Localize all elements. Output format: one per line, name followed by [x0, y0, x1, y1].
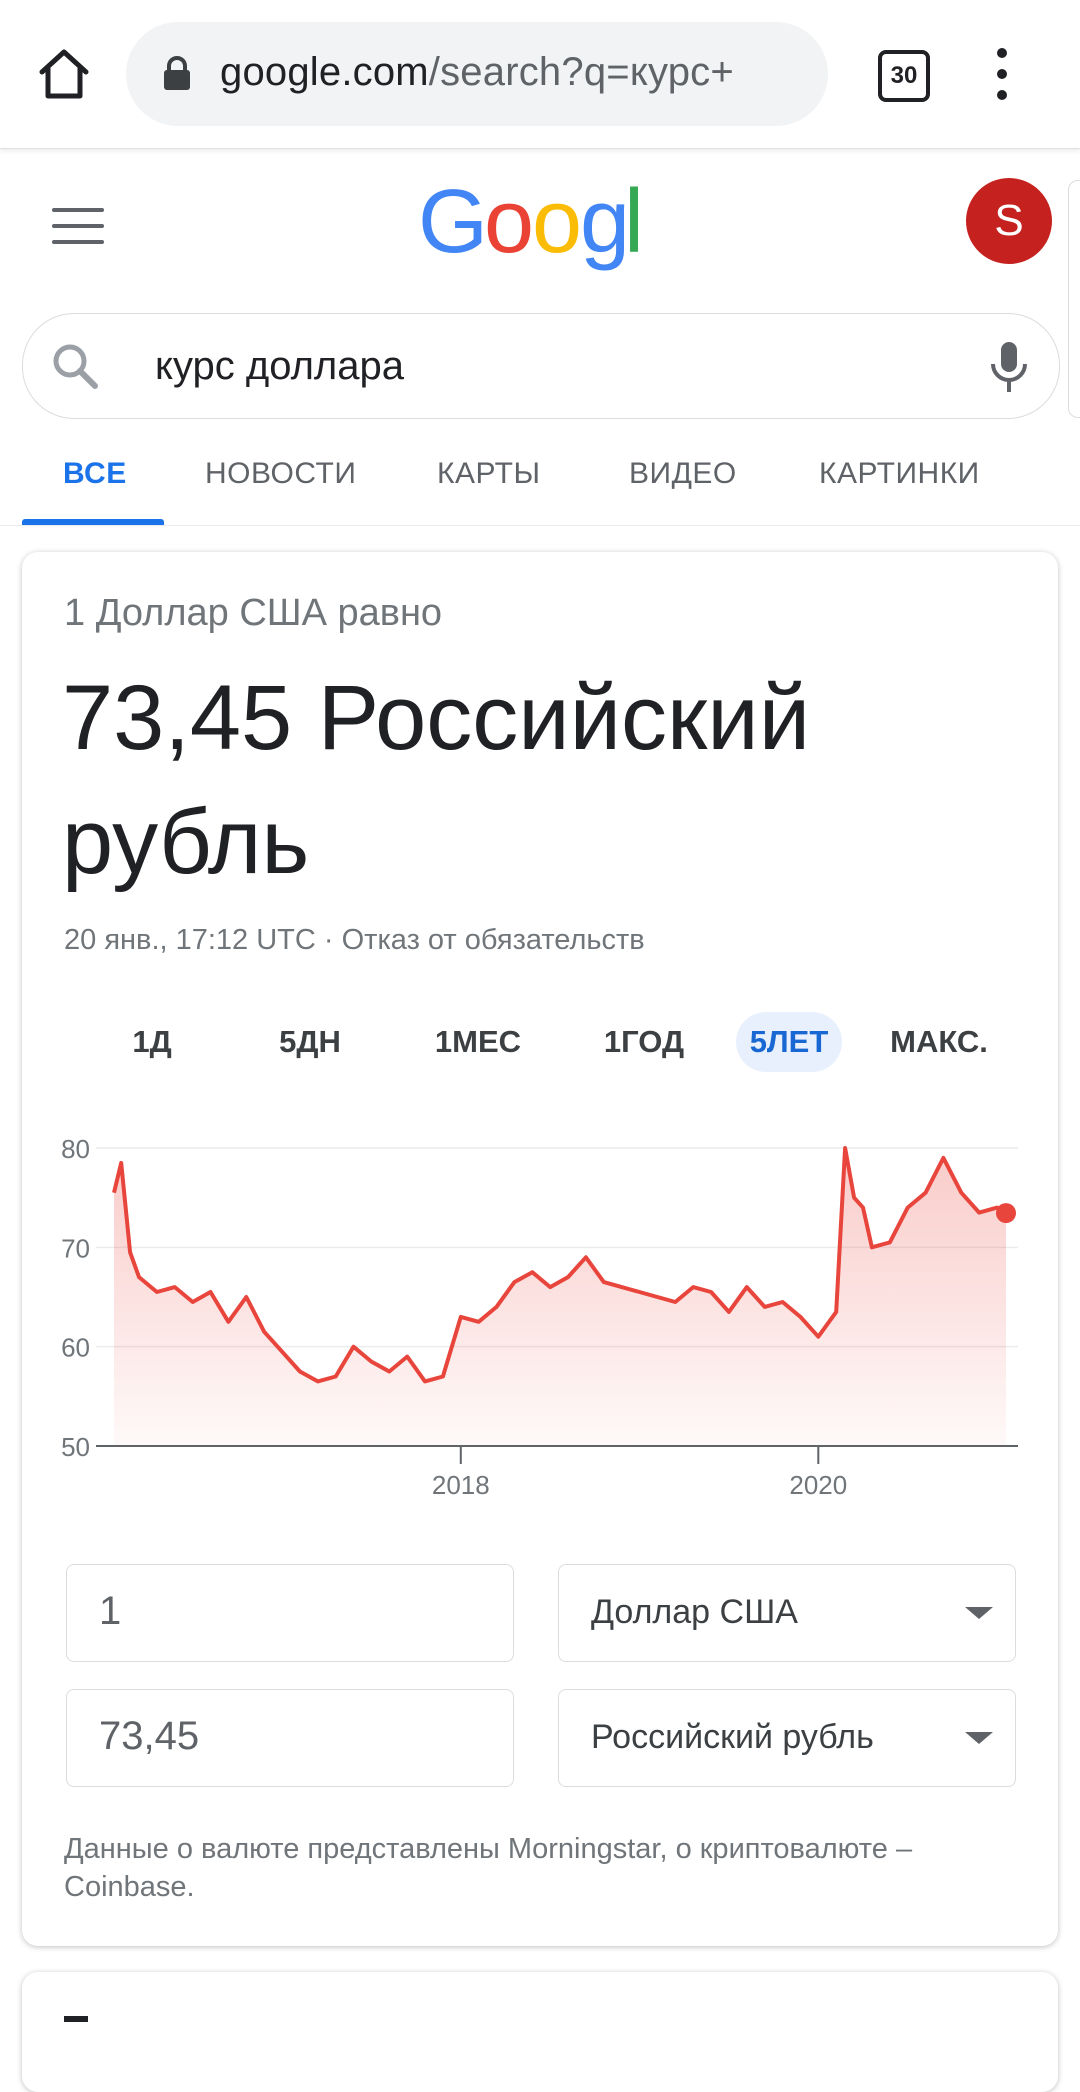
currency-from-select[interactable]: Доллар США — [558, 1564, 1016, 1662]
lock-icon — [162, 56, 192, 92]
active-tab-indicator — [22, 519, 164, 525]
currency-to-select[interactable]: Российский рубль — [558, 1689, 1016, 1787]
search-tabs: ВСЕ НОВОСТИ КАРТЫ ВИДЕО КАРТИНКИ — [0, 445, 1080, 526]
equals-label: 1 Доллар США равно — [64, 592, 442, 635]
search-query[interactable]: курс доллара — [155, 344, 404, 389]
dropdown-arrow-icon — [965, 1607, 993, 1619]
hamburger-menu-icon[interactable] — [52, 208, 104, 244]
amount-to-value: 73,45 — [99, 1714, 199, 1759]
url-text: google.com/search?q=курс+ — [220, 50, 810, 95]
tab-maps[interactable]: КАРТЫ — [437, 457, 541, 491]
url-path: /search?q=курс+ — [429, 50, 734, 94]
y-tick-label: 70 — [61, 1233, 90, 1263]
tab-switcher-button[interactable]: 30 — [878, 50, 930, 102]
exchange-rate-chart[interactable]: 50 60 70 80 2018 2020 — [22, 1112, 1058, 1612]
search-icon — [49, 340, 101, 392]
account-avatar[interactable]: S — [966, 178, 1052, 264]
tab-all[interactable]: ВСЕ — [63, 457, 127, 491]
x-tick-label: 2020 — [789, 1470, 847, 1500]
timestamp-disclaimer[interactable]: 20 янв., 17:12 UTC · Отказ от обязательс… — [64, 924, 645, 957]
next-result-card — [22, 1972, 1058, 2092]
data-source-note: Данные о валюте представлены Morningstar… — [64, 1830, 1024, 1906]
y-tick-label: 80 — [61, 1134, 90, 1164]
range-tab-1m[interactable]: 1МЕС — [410, 1012, 546, 1072]
range-tab-1y[interactable]: 1ГОД — [576, 1012, 712, 1072]
range-tabs: 1Д 5ДН 1МЕС 1ГОД 5ЛЕТ МАКС. — [22, 1012, 1058, 1076]
y-tick-label: 50 — [61, 1432, 90, 1462]
svg-text:l: l — [624, 182, 644, 272]
range-tab-5y[interactable]: 5ЛЕТ — [736, 1012, 842, 1072]
browser-toolbar: google.com/search?q=курс+ 30 — [0, 0, 1080, 149]
google-logo[interactable]: G o o g l e — [418, 182, 658, 274]
amount-to-field[interactable]: 73,45 — [66, 1689, 514, 1787]
current-value-marker — [996, 1203, 1016, 1223]
range-tab-max[interactable]: МАКС. — [874, 1012, 1004, 1072]
svg-text:G: G — [418, 182, 488, 272]
svg-text:o: o — [532, 182, 582, 272]
range-tab-5d[interactable]: 5ДН — [248, 1012, 372, 1072]
tab-images[interactable]: КАРТИНКИ — [819, 457, 980, 491]
home-icon[interactable] — [34, 44, 94, 104]
svg-text:o: o — [484, 182, 534, 272]
side-panel-edge — [1068, 180, 1080, 418]
svg-text:g: g — [580, 182, 630, 272]
dropdown-arrow-icon — [965, 1732, 993, 1744]
amount-from-value: 1 — [99, 1589, 121, 1634]
currency-from-label: Доллар США — [591, 1593, 798, 1632]
currency-to-label: Российский рубль — [591, 1718, 874, 1757]
currency-converter-card: 1 Доллар США равно 73,45 Российский рубл… — [22, 552, 1058, 1946]
amount-from-field[interactable]: 1 — [66, 1564, 514, 1662]
address-bar[interactable]: google.com/search?q=курс+ — [126, 22, 828, 126]
url-host: google.com — [220, 50, 429, 94]
y-tick-label: 60 — [61, 1333, 90, 1363]
search-box[interactable]: курс доллара — [22, 313, 1060, 419]
x-tick-label: 2018 — [432, 1470, 490, 1500]
tab-video[interactable]: ВИДЕО — [629, 457, 737, 491]
range-tab-1d[interactable]: 1Д — [90, 1012, 214, 1072]
microphone-icon[interactable] — [987, 340, 1031, 394]
tab-news[interactable]: НОВОСТИ — [205, 457, 356, 491]
conversion-result: 73,45 Российский рубль — [62, 656, 1022, 904]
more-menu-icon[interactable] — [990, 48, 1014, 100]
